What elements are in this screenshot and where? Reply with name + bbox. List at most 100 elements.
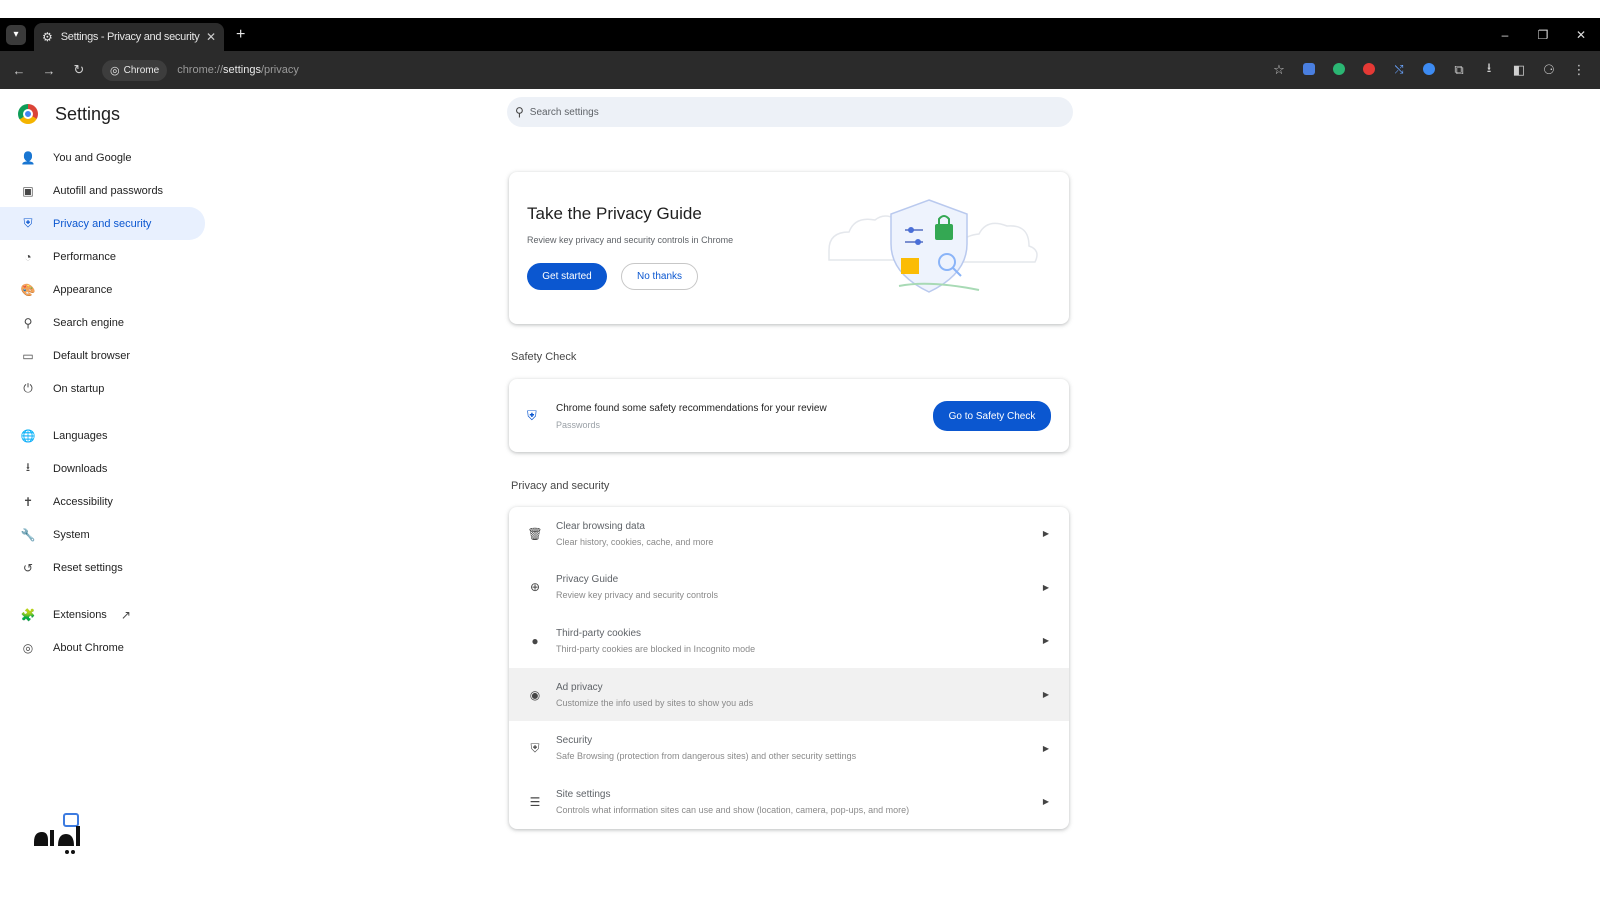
sidebar-item-accessibility[interactable]: ✝ Accessibility [0,485,205,518]
close-window-button[interactable]: ✕ [1562,28,1600,42]
no-thanks-button[interactable]: No thanks [621,263,698,290]
new-tab-button[interactable]: + [236,26,245,44]
chrome-logo-icon [18,104,38,124]
top-margin [0,0,1600,18]
search-input[interactable]: ⚲ Search settings [507,97,1073,127]
sidebar-item-label: On startup [53,382,105,395]
sidebar-item-performance[interactable]: ◔ Performance [0,240,205,273]
safety-check-heading: Safety Check [511,351,577,363]
sidebar-item-label: Privacy and security [53,217,152,230]
security-shield-icon: ⛨ [527,408,537,423]
sidebar-item-appearance[interactable]: 🎨 Appearance [0,273,205,306]
sidebar-item-label: You and Google [53,151,132,164]
accessibility-icon: ✝ [22,494,34,509]
reload-icon: ↻ [73,62,85,77]
privacy-guide-title: Take the Privacy Guide [527,204,702,223]
sidebar-item-extensions[interactable]: 🧩 Extensions ↗ [0,598,205,631]
extension-1-icon[interactable] [1294,62,1324,78]
tab-close-icon[interactable]: ✕ [206,30,216,44]
ad-privacy-icon: ◉ [529,687,541,702]
row-ad-privacy[interactable]: ◉ Ad privacy Customize the info used by s… [509,667,1069,722]
address-bar[interactable]: ◎ Chrome chrome://settings/privacy [102,58,299,82]
chevron-right-icon: ▶ [1042,797,1049,807]
sidebar-item-downloads[interactable]: ⭳ Downloads [0,452,205,485]
sidebar-item-label: Reset settings [53,561,123,574]
download-icon[interactable]: ⭳ [1474,59,1504,81]
more-menu-icon[interactable]: ⋮ [1564,62,1594,78]
sidebar-item-label: System [53,528,90,541]
sidebar-item-label: Downloads [53,462,108,475]
sidebar-divider [0,584,215,598]
sidebar-item-label: About Chrome [53,641,124,654]
restore-button[interactable]: ❐ [1524,28,1562,42]
sidebar-item-privacy[interactable]: ⛨ Privacy and security [0,207,205,240]
chevron-right-icon: ▶ [1042,636,1049,646]
sidebar-item-system[interactable]: 🔧 System [0,518,205,551]
sidebar-item-autofill[interactable]: ▣ Autofill and passwords [0,174,205,207]
row-title: Ad privacy [556,681,603,693]
open-in-new-icon: ↗ [120,607,131,622]
active-tab[interactable]: ⚙ Settings - Privacy and security ✕ [34,23,224,51]
row-title: Privacy Guide [556,574,619,586]
get-started-button[interactable]: Get started [527,263,607,290]
row-subtitle: Safe Browsing (protection from dangerous… [556,751,857,762]
sidebar-item-search-engine[interactable]: ⚲ Search engine [0,306,205,339]
row-site-settings[interactable]: ☰ Site settings Controls what information… [509,775,1069,829]
chrome-icon: ◎ [22,640,34,655]
url-scheme: chrome:// [177,64,224,76]
speedometer-icon: ◔ [24,249,32,264]
security-shield-icon: ⛨ [530,740,540,755]
extensions-puzzle-icon[interactable]: ⧉ [1444,62,1474,78]
sidebar-item-label: Default browser [53,349,131,362]
sidebar-item-label: Accessibility [53,495,113,508]
sidebar-item-languages[interactable]: 🌐 Languages [0,419,205,452]
extension-2-icon[interactable] [1324,62,1354,78]
sidebar-item-about-chrome[interactable]: ◎ About Chrome [0,631,205,664]
reload-button[interactable]: ↻ [64,62,94,78]
row-title: Site settings [556,788,611,800]
side-panel-icon[interactable]: ◧ [1504,62,1534,78]
privacy-security-heading: Privacy and security [511,480,610,492]
minimize-button[interactable]: – [1486,28,1524,42]
chrome-icon: ◎ [110,64,120,77]
power-icon: ⏻ [23,381,33,395]
window-controls: – ❐ ✕ [1486,18,1600,51]
extension-3-icon[interactable] [1354,62,1384,78]
privacy-guide-illustration [828,199,1038,293]
sidebar-item-default-browser[interactable]: ▭ Default browser [0,339,205,372]
extension-5-icon[interactable] [1414,62,1444,78]
row-clear-browsing-data[interactable]: 🗑 Clear browsing data Clear history, cook… [509,507,1069,561]
chevron-right-icon: ▶ [1042,690,1049,700]
page-title: Settings [55,103,121,124]
settings-sidebar: Settings 👤 You and Google ▣ Autofill and p… [0,89,215,900]
sidebar-item-on-startup[interactable]: ⏻ On startup [0,372,205,405]
go-to-safety-check-button[interactable]: Go to Safety Check [933,401,1051,431]
sidebar-item-you-and-google[interactable]: 👤 You and Google [0,141,205,174]
extension-4-icon[interactable]: ⤭ [1384,64,1414,77]
row-privacy-guide[interactable]: ⊕ Privacy Guide Review key privacy and se… [509,561,1069,615]
cookie-icon: ● [531,633,539,648]
profile-icon[interactable]: ⚆ [1534,62,1564,78]
settings-page: Settings 👤 You and Google ▣ Autofill and p… [0,89,1600,900]
back-button[interactable]: ← [4,63,34,78]
row-subtitle: Controls what information sites can use … [556,804,910,815]
search-icon: ⚲ [515,105,524,119]
chevron-right-icon: ▶ [1042,743,1049,753]
browser-window-icon: ▭ [22,348,34,363]
sidebar-item-reset-settings[interactable]: ↺ Reset settings [0,551,205,584]
forward-button[interactable]: → [34,63,64,78]
globe-icon: 🌐 [20,428,36,443]
reset-icon: ↺ [22,560,34,575]
tab-search-button[interactable]: ▾ [6,24,26,45]
row-subtitle: Clear history, cookies, cache, and more [556,536,714,547]
bookmark-star-icon[interactable]: ☆ [1264,62,1294,78]
settings-header: Settings [0,99,215,129]
site-info-chip[interactable]: ◎ Chrome [102,59,168,81]
compass-icon: ⊕ [529,580,541,595]
sidebar-item-label: Extensions [53,608,107,621]
sidebar-item-label: Search engine [53,316,124,329]
row-third-party-cookies[interactable]: ● Third-party cookies Third-party cookies… [509,614,1069,668]
download-icon: ⭳ [25,460,31,474]
sidebar-divider [0,405,215,419]
row-security[interactable]: ⛨ Security Safe Browsing (protection from… [509,721,1069,775]
